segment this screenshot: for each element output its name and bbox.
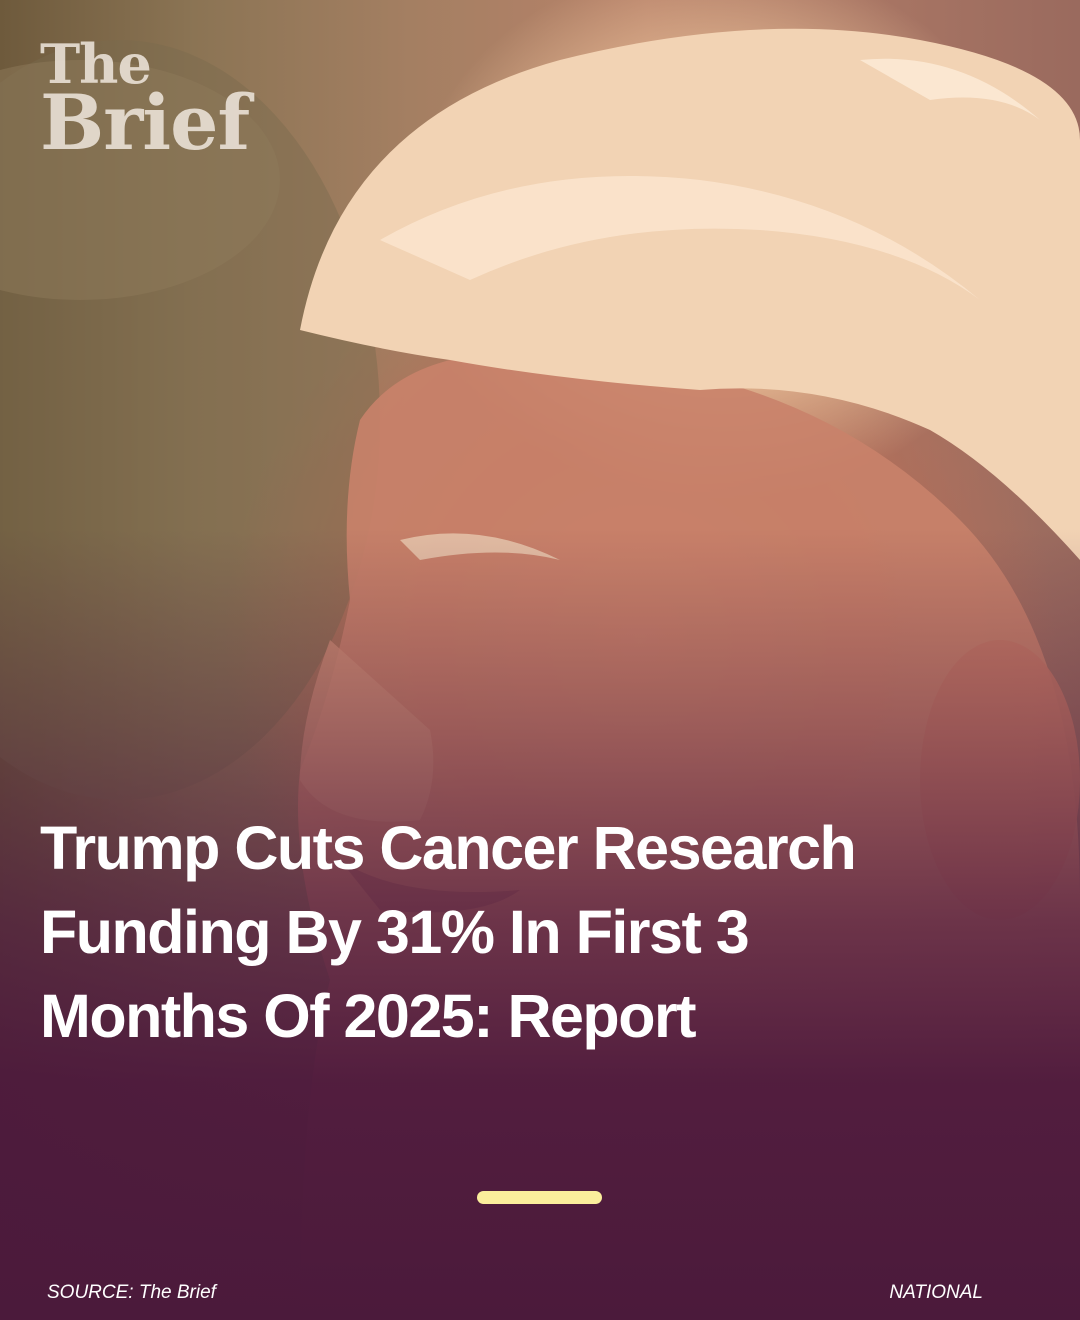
news-card: The Brief Trump Cuts Cancer Research Fun…: [0, 0, 1080, 1320]
source-label: SOURCE: The Brief: [47, 1282, 216, 1303]
category-label: NATIONAL: [889, 1282, 983, 1303]
accent-divider: [477, 1191, 602, 1204]
brand-logo-line2: Brief: [40, 77, 250, 167]
gradient-overlay: [0, 0, 1080, 1320]
headline: Trump Cuts Cancer Research Funding By 31…: [40, 814, 857, 1050]
brand-logo: The Brief: [40, 37, 250, 167]
